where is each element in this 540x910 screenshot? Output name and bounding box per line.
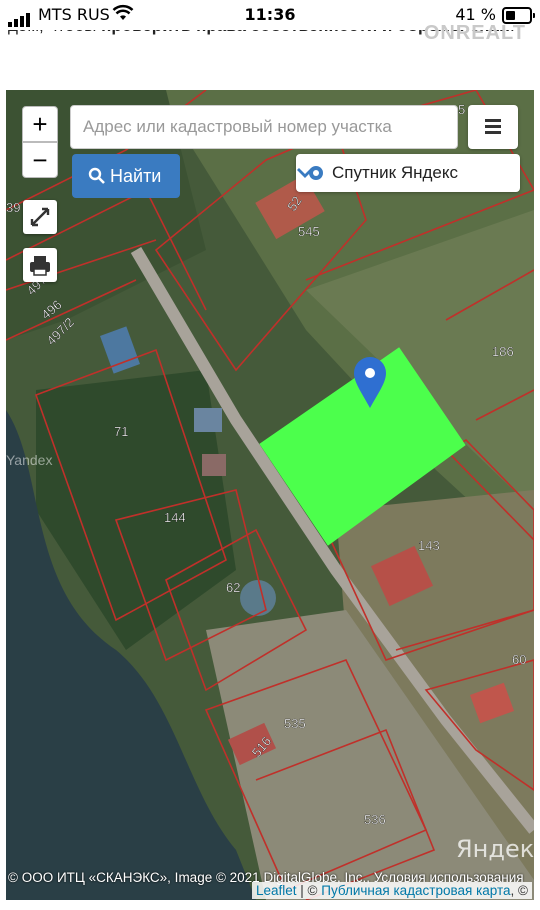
menu-icon (485, 119, 501, 122)
parcel-label: 535 (284, 716, 306, 731)
map-attribution: © ООО ИТЦ «СКАНЭКС», Image © 2021 Digita… (6, 867, 534, 900)
menu-icon (485, 125, 501, 128)
parcel-label: 39 (6, 200, 20, 215)
layer-select-label: Спутник Яндекс (332, 163, 458, 182)
parcel-label: 144 (164, 510, 186, 525)
attribution-links: Leaflet | © Публичная кадастровая карта,… (251, 882, 532, 899)
house-roof (194, 408, 222, 432)
parcel-label: 71 (114, 424, 128, 439)
yandex-small-watermark: Yandex (6, 452, 53, 468)
attribution-separator: | © (296, 883, 322, 898)
zoom-out-button[interactable]: − (22, 142, 58, 178)
cadastral-map[interactable]: 52 545 5 39 497/1 496 497/2 186 71 144 1… (6, 90, 534, 900)
find-button[interactable]: Найти (72, 154, 180, 198)
fullscreen-icon (30, 207, 50, 227)
yandex-logo: Яндекс (456, 835, 534, 863)
menu-icon (485, 131, 501, 134)
zoom-in-button[interactable]: + (22, 106, 58, 142)
parcel-label: 5 (458, 102, 465, 117)
parcel-label: 536 (364, 812, 386, 827)
parcel-label: 60 (512, 652, 526, 667)
round-roof (240, 580, 276, 616)
print-icon (30, 256, 50, 276)
search-box[interactable] (70, 105, 458, 149)
search-icon (88, 167, 105, 184)
attribution-tail: , © (510, 883, 528, 898)
leaflet-link[interactable]: Leaflet (256, 883, 297, 898)
find-button-label: Найти (110, 166, 162, 186)
chevron-down-icon (297, 168, 313, 178)
map-imagery[interactable]: 52 545 5 39 497/1 496 497/2 186 71 144 1… (6, 90, 534, 900)
print-button[interactable] (23, 248, 57, 282)
house-roof (202, 454, 226, 476)
cadastral-map-link[interactable]: Публичная кадастровая карта (321, 883, 510, 898)
layer-select[interactable]: Спутник Яндекс (296, 154, 520, 192)
search-input[interactable] (71, 106, 457, 148)
parcel-label: 143 (418, 538, 440, 553)
fullscreen-button[interactable] (23, 200, 57, 234)
watermark-logo: ONREALT (423, 22, 526, 44)
menu-button[interactable] (468, 105, 518, 149)
parcel-label: 62 (226, 580, 240, 595)
parcel-label: 545 (298, 224, 320, 239)
parcel-label: 186 (492, 344, 514, 359)
